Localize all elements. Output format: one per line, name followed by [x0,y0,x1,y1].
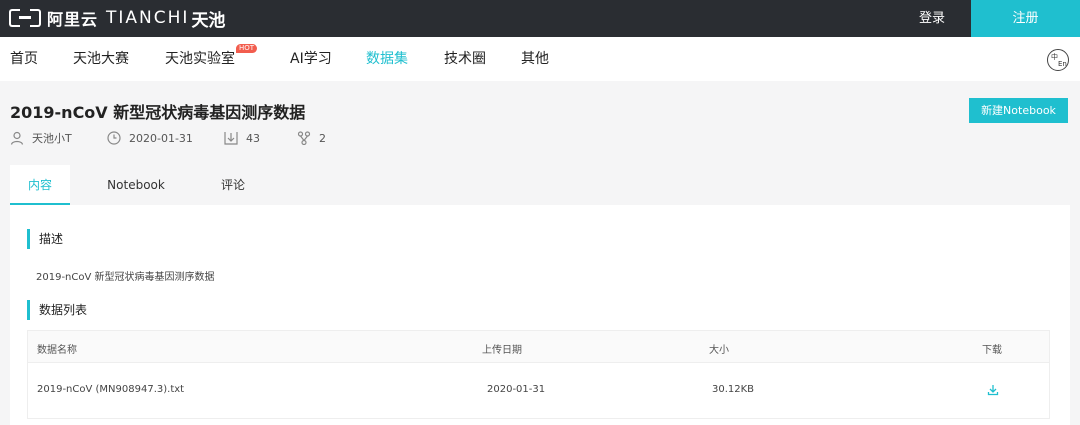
logo-tianchi-text: TIANCHI [106,8,190,28]
file-upload-date: 2020-01-31 [487,384,546,395]
author-name: 天池小T [32,132,72,145]
nav-item-home[interactable]: 首页 [10,37,38,81]
description-heading: 描述 [27,229,63,249]
fork-icon [297,131,311,145]
lang-en-label: En [1058,60,1067,68]
file-name[interactable]: 2019-nCoV (MN908947.3).txt [37,384,184,395]
tab-notebook[interactable]: Notebook [101,165,171,205]
lang-zh-label: 中 [1051,53,1058,61]
hot-badge: HOT [236,44,258,53]
nav-item-competitions[interactable]: 天池大赛 [73,37,129,81]
top-bar: 阿里云 TIANCHI 天池 登录 注册 [0,0,1080,37]
nav-item-datasets[interactable]: 数据集 [366,37,408,81]
aliyun-logo-icon [9,9,41,27]
author-meta: 天池小T [10,130,72,146]
description-text: 2019-nCoV 新型冠状病毒基因测序数据 [36,272,215,283]
site-logo[interactable]: 阿里云 TIANCHI 天池 [9,7,226,31]
download-count-icon [224,132,238,145]
tab-content[interactable]: 内容 [10,165,70,205]
clock-icon [107,131,121,145]
nav-item-ai-learning[interactable]: AI学习 [290,37,332,81]
data-list-heading: 数据列表 [27,300,87,320]
login-button[interactable]: 登录 [908,0,956,37]
column-header-name: 数据名称 [37,345,77,356]
forks-meta: 2 [297,130,326,146]
page-title: 2019-nCoV 新型冠状病毒基因测序数据 [10,103,306,122]
language-switch-icon[interactable]: 中 En [1047,49,1069,71]
nav-item-tech-circle[interactable]: 技术圈 [444,37,486,81]
nav-item-lab[interactable]: 天池实验室 [165,37,235,81]
logo-tianchi-cn-text: 天池 [191,10,226,31]
upload-date: 2020-01-31 [129,131,193,145]
download-icon[interactable] [987,384,999,396]
date-meta: 2020-01-31 [107,130,193,146]
content-tabs: 内容 Notebook 评论 [10,165,1070,205]
file-size: 30.12KB [712,384,755,395]
new-notebook-button[interactable]: 新建Notebook [969,98,1068,123]
tab-comments[interactable]: 评论 [210,165,256,205]
main-nav: 首页 天池大赛 天池实验室 HOT AI学习 数据集 技术圈 其他 [0,37,1080,81]
column-header-date: 上传日期 [482,345,522,356]
column-header-size: 大小 [709,345,729,356]
user-icon [10,131,24,145]
register-button[interactable]: 注册 [971,0,1080,37]
downloads-meta: 43 [224,130,260,146]
fork-count: 2 [319,131,326,145]
download-count: 43 [246,131,260,145]
column-header-download: 下载 [982,345,1002,356]
nav-item-other[interactable]: 其他 [521,37,549,81]
logo-aliyun-text: 阿里云 [47,10,99,29]
